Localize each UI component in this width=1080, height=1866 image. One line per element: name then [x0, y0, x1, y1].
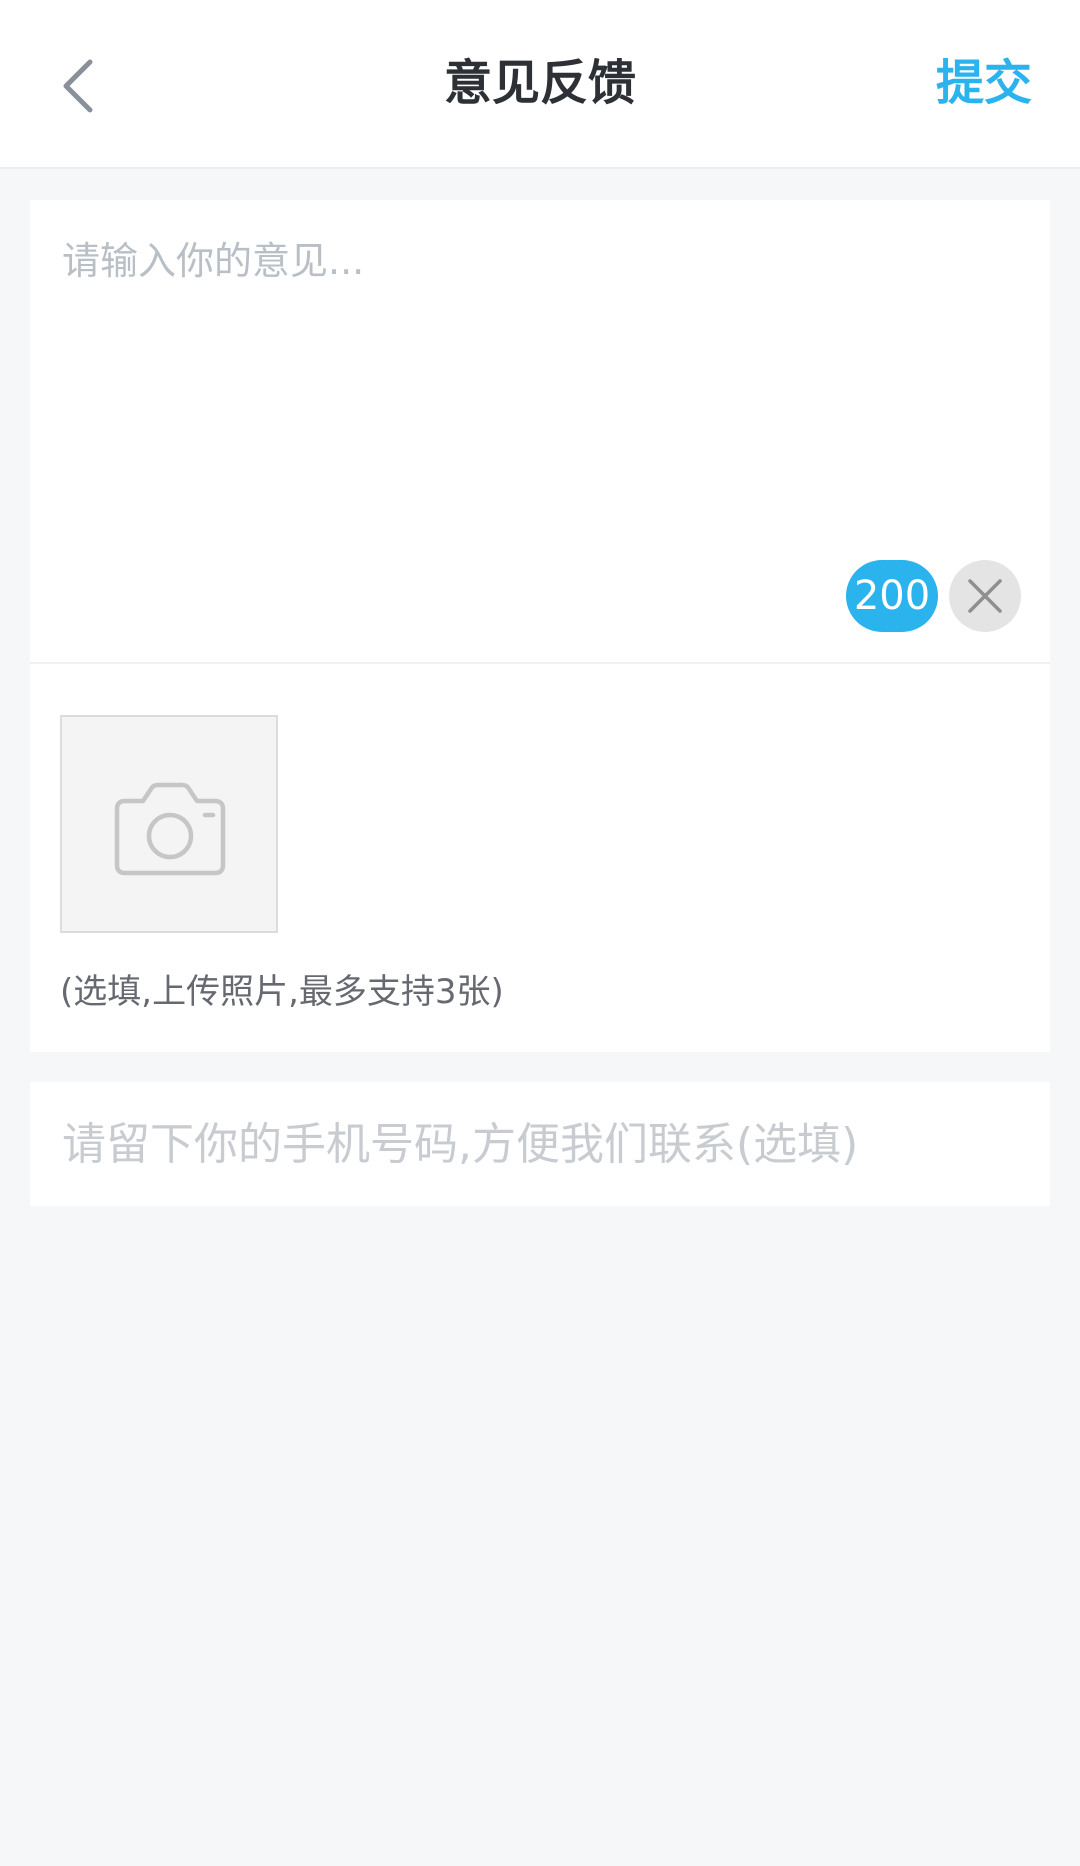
photo-hint: (选填,上传照片,最多支持3张) [60, 972, 504, 1012]
app-header: 意见反馈 提交 [0, 0, 1080, 169]
close-icon [968, 579, 1002, 613]
camera-icon [114, 782, 226, 876]
feedback-card: 200 (选填,上传照片,最多支持3张) [30, 200, 1050, 1052]
submit-button[interactable]: 提交 [936, 50, 1032, 116]
page-title: 意见反馈 [443, 55, 636, 111]
phone-input[interactable] [30, 1082, 1050, 1206]
photo-upload-button[interactable] [60, 715, 278, 933]
char-count-badge: 200 [846, 560, 938, 632]
phone-card [30, 1082, 1050, 1206]
divider [30, 662, 1050, 664]
clear-button[interactable] [949, 560, 1021, 632]
